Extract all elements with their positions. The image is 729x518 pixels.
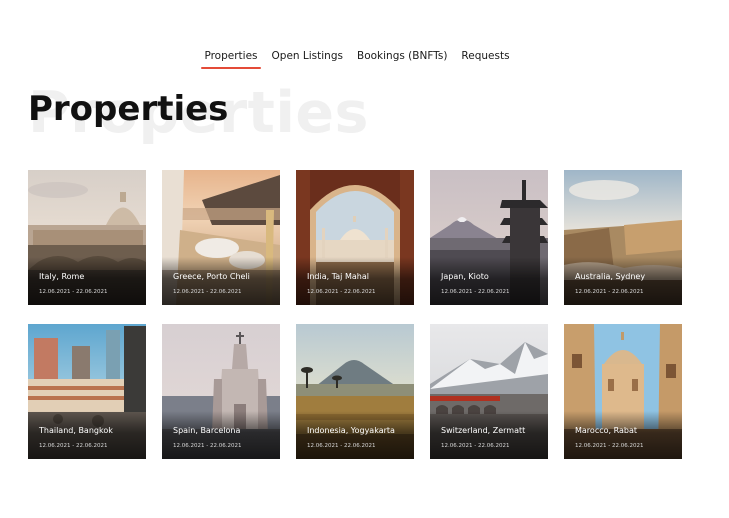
property-title: Australia, Sydney	[575, 272, 646, 281]
property-card-japan-kioto[interactable]: Japan, Kioto 12.06.2021 - 22.06.2021	[430, 170, 548, 305]
card-overlay	[162, 257, 280, 305]
tab-bookings[interactable]: Bookings (BNFTs)	[350, 49, 454, 63]
property-card-india-taj-mahal[interactable]: India, Taj Mahal 12.06.2021 - 22.06.2021	[296, 170, 414, 305]
page-heading: Properties Properties	[28, 80, 728, 150]
property-title: Greece, Porto Cheli	[173, 272, 250, 281]
page: Properties Open Listings Bookings (BNFTs…	[0, 0, 729, 518]
property-title: Japan, Kioto	[441, 272, 489, 281]
property-card-indonesia-yogyakarta[interactable]: Indonesia, Yogyakarta 12.06.2021 - 22.06…	[296, 324, 414, 459]
property-dates: 12.06.2021 - 22.06.2021	[307, 443, 376, 449]
property-dates: 12.06.2021 - 22.06.2021	[173, 443, 242, 449]
tab-open-listings[interactable]: Open Listings	[265, 49, 350, 63]
property-title: Switzerland, Zermatt	[441, 426, 526, 435]
property-dates: 12.06.2021 - 22.06.2021	[575, 443, 644, 449]
card-overlay	[430, 411, 548, 459]
property-title: Marocco, Rabat	[575, 426, 637, 435]
card-overlay	[296, 411, 414, 459]
card-overlay	[564, 411, 682, 459]
property-title: Italy, Rome	[39, 272, 85, 281]
property-dates: 12.06.2021 - 22.06.2021	[39, 443, 108, 449]
tab-requests[interactable]: Requests	[454, 49, 516, 63]
top-nav: Properties Open Listings Bookings (BNFTs…	[0, 49, 729, 69]
property-dates: 12.06.2021 - 22.06.2021	[441, 443, 510, 449]
card-overlay	[564, 257, 682, 305]
property-title: Thailand, Bangkok	[39, 426, 113, 435]
property-card-australia-sydney[interactable]: Australia, Sydney 12.06.2021 - 22.06.202…	[564, 170, 682, 305]
card-overlay	[28, 411, 146, 459]
property-card-spain-barcelona[interactable]: Spain, Barcelona 12.06.2021 - 22.06.2021	[162, 324, 280, 459]
card-overlay	[28, 257, 146, 305]
property-title: Indonesia, Yogyakarta	[307, 426, 395, 435]
property-dates: 12.06.2021 - 22.06.2021	[307, 289, 376, 295]
property-grid: Italy, Rome 12.06.2021 - 22.06.2021 Gree…	[28, 170, 682, 459]
card-overlay	[430, 257, 548, 305]
property-card-italy-rome[interactable]: Italy, Rome 12.06.2021 - 22.06.2021	[28, 170, 146, 305]
card-overlay	[162, 411, 280, 459]
property-dates: 12.06.2021 - 22.06.2021	[173, 289, 242, 295]
property-title: Spain, Barcelona	[173, 426, 241, 435]
property-dates: 12.06.2021 - 22.06.2021	[575, 289, 644, 295]
property-card-greece-porto-cheli[interactable]: Greece, Porto Cheli 12.06.2021 - 22.06.2…	[162, 170, 280, 305]
property-title: India, Taj Mahal	[307, 272, 369, 281]
nav-tabs: Properties Open Listings Bookings (BNFTs…	[197, 49, 516, 69]
property-card-thailand-bangkok[interactable]: Thailand, Bangkok 12.06.2021 - 22.06.202…	[28, 324, 146, 459]
page-title: Properties	[28, 89, 229, 129]
property-dates: 12.06.2021 - 22.06.2021	[441, 289, 510, 295]
property-dates: 12.06.2021 - 22.06.2021	[39, 289, 108, 295]
tab-properties[interactable]: Properties	[197, 49, 264, 69]
card-overlay	[296, 257, 414, 305]
property-card-switzerland-zermatt[interactable]: Switzerland, Zermatt 12.06.2021 - 22.06.…	[430, 324, 548, 459]
property-card-marocco-rabat[interactable]: Marocco, Rabat 12.06.2021 - 22.06.2021	[564, 324, 682, 459]
